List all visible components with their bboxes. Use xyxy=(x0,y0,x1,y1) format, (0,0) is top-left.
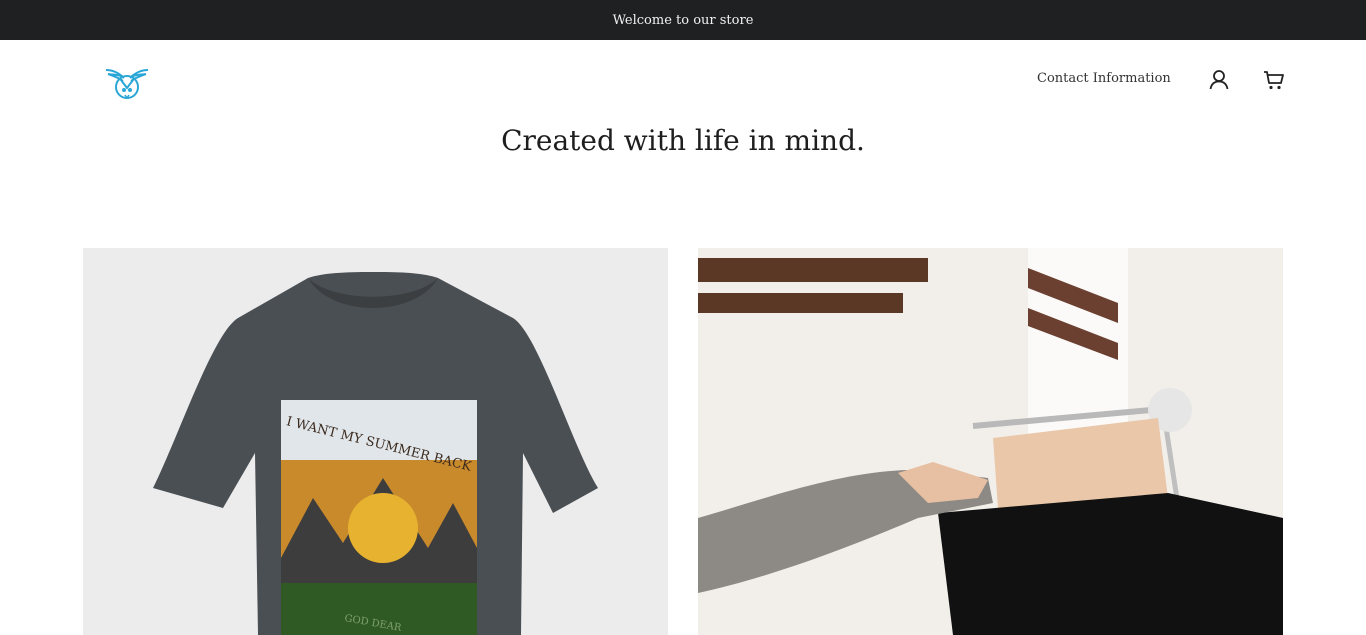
collection-card-tshirt[interactable]: I WANT MY SUMMER BACK GOD DEAR xyxy=(83,248,668,635)
account-button[interactable] xyxy=(1207,68,1231,92)
cart-button[interactable] xyxy=(1262,68,1286,92)
announcement-bar: Welcome to our store xyxy=(0,0,1366,40)
cart-icon xyxy=(1264,71,1284,90)
store-logo[interactable] xyxy=(104,66,150,100)
clothing-rack-image xyxy=(698,248,1283,635)
nav-contact-information[interactable]: Contact Information xyxy=(1037,71,1171,86)
collection-card-clothing-rack[interactable] xyxy=(698,248,1283,635)
announcement-text: Welcome to our store xyxy=(612,12,754,28)
graphic-tshirt-image: I WANT MY SUMMER BACK GOD DEAR xyxy=(83,248,668,635)
site-header: Contact Information xyxy=(0,40,1366,120)
hero-title: Created with life in mind. xyxy=(501,124,865,157)
owl-logo-icon xyxy=(105,69,149,100)
user-icon xyxy=(1209,70,1229,90)
